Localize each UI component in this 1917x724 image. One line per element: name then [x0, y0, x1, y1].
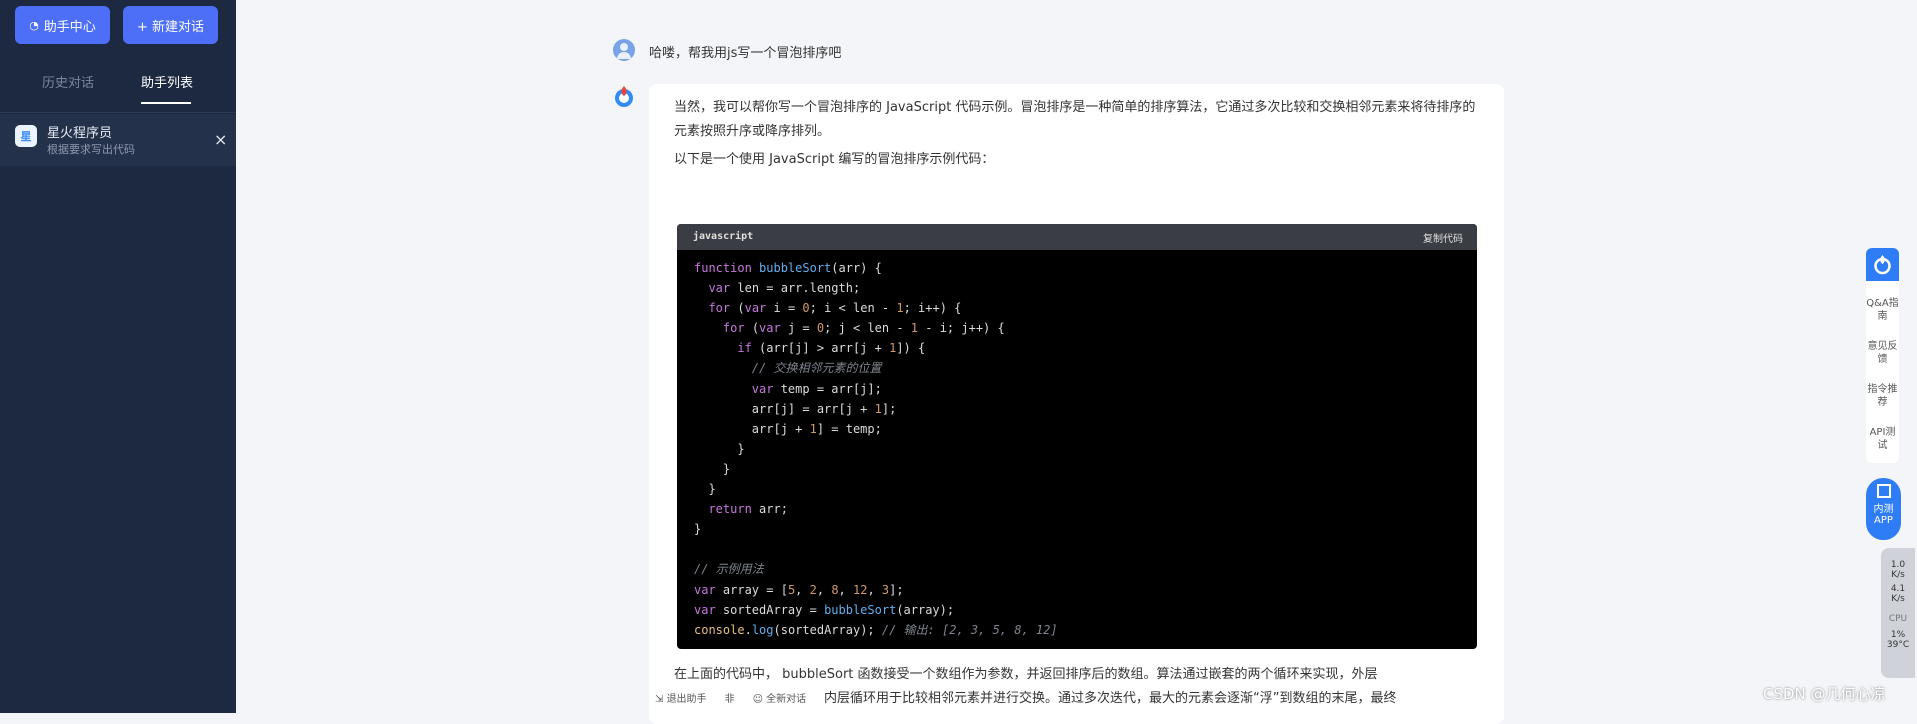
copy-code-button[interactable]: 复制代码 — [1423, 230, 1463, 245]
new-chat-button[interactable]: + 新建对话 — [123, 6, 218, 44]
tab-history[interactable]: 历史对话 — [42, 72, 94, 91]
programmer-icon: 星 — [15, 125, 37, 147]
beta-app-button[interactable]: 内测 APP — [1866, 478, 1901, 540]
code-block: javascript 复制代码 function bubbleSort(arr)… — [677, 224, 1477, 649]
tab-assistants[interactable]: 助手列表 — [141, 72, 193, 91]
divider — [0, 112, 236, 113]
close-icon[interactable]: × — [214, 130, 227, 149]
upload-speed: 1.0 — [1890, 560, 1906, 570]
answer-paragraph-2: 以下是一个使用 JavaScript 编写的冒泡排序示例代码： — [674, 152, 995, 167]
answer-paragraph-3: 在上面的代码中， bubbleSort 函数接受一个数组作为参数，并返回排序后的… — [674, 667, 1378, 682]
code-header: javascript 复制代码 — [677, 224, 1477, 250]
bottom-actions: ⇲ 退出助手 非 ☺ 全新对话 — [655, 690, 806, 710]
upload-unit: K/s — [1891, 570, 1905, 580]
user-avatar — [613, 39, 635, 61]
active-tab-indicator — [141, 102, 191, 104]
assistant-item-programmer[interactable]: 星 星火程序员 根据要求写出代码 × — [0, 114, 236, 166]
sidebar-tabs: 历史对话 助手列表 — [0, 72, 236, 106]
exit-assistant-button[interactable]: ⇲ 退出助手 — [655, 690, 707, 710]
drop-icon: ◔ — [29, 18, 39, 32]
spark-logo-icon — [615, 86, 633, 107]
download-unit: K/s — [1891, 594, 1905, 604]
cpu-value: 1% — [1890, 630, 1906, 640]
app-label-1: 内测 — [1873, 504, 1894, 515]
next-button[interactable]: 非 — [725, 690, 735, 710]
new-chat-label: + 新建对话 — [136, 19, 205, 35]
qa-guide-link[interactable]: Q&A指南 — [1866, 297, 1899, 323]
download-speed: 4.1 — [1890, 584, 1906, 594]
prompt-recommend-link[interactable]: 指令推荐 — [1866, 383, 1899, 409]
qr-icon — [1876, 484, 1891, 498]
csdn-watermark: CSDN @几何心凉 — [1763, 685, 1886, 703]
api-test-link[interactable]: API测试 — [1866, 426, 1899, 452]
cpu-label: CPU — [1888, 614, 1908, 624]
code-language: javascript — [693, 231, 754, 242]
answer-card: 当然，我可以帮你写一个冒泡排序的 JavaScript 代码示例。冒泡排序是一种… — [649, 84, 1504, 724]
assistant-center-label: 助手中心 — [43, 19, 96, 35]
answer-paragraph-3-line-2: 内层循环用于比较相邻元素并进行交换。通过多次迭代，最大的元素会逐渐“浮”到数组的… — [824, 691, 1397, 706]
code-content: function bubbleSort(arr) { var len = arr… — [694, 261, 1058, 637]
exit-label: 退出助手 — [666, 694, 707, 705]
new-chat-bottom-label: 全新对话 — [766, 694, 807, 705]
assistant-center-button[interactable]: ◔ 助手中心 — [15, 6, 110, 44]
assistant-title: 星火程序员 — [47, 126, 113, 141]
feedback-link[interactable]: 意见反馈 — [1866, 340, 1899, 366]
user-message: 哈喽，帮我用js写一个冒泡排序吧 — [649, 46, 842, 61]
next-label: 非 — [724, 694, 735, 705]
performance-widget: 1.0 K/s 4.1 K/s CPU 1% 39°C — [1881, 548, 1915, 678]
temperature: 39°C — [1886, 640, 1910, 650]
flame-icon — [1874, 255, 1891, 275]
assistant-desc: 根据要求写出代码 — [47, 143, 135, 156]
spark-float-button[interactable] — [1866, 248, 1899, 281]
new-chat-bottom-button[interactable]: ☺ 全新对话 — [753, 690, 807, 710]
right-tool-panel: Q&A指南 意见反馈 指令推荐 API测试 — [1866, 281, 1899, 463]
sidebar: ◔ 助手中心 + 新建对话 历史对话 助手列表 星 星火程序员 根据要求写出代码… — [0, 0, 236, 713]
app-label-2: APP — [1874, 515, 1893, 526]
answer-paragraph-1: 当然，我可以帮你写一个冒泡排序的 JavaScript 代码示例。冒泡排序是一种… — [674, 100, 1476, 139]
